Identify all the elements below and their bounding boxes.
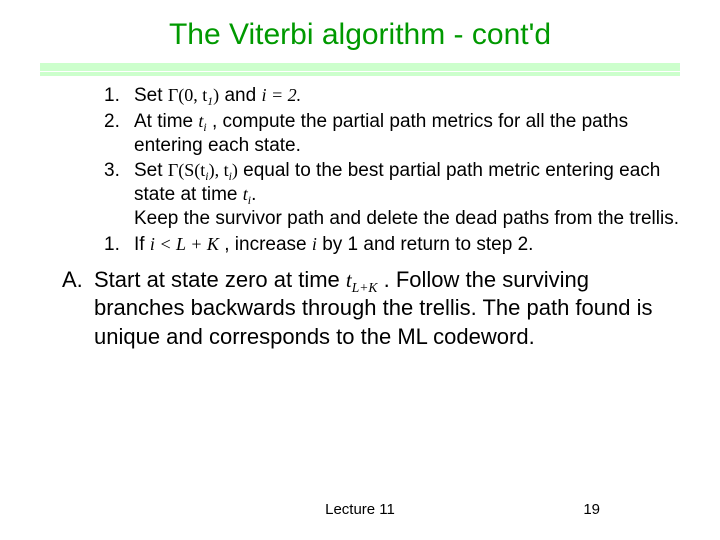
step-number: 1.: [104, 233, 134, 257]
math-i2: i = 2.: [261, 85, 301, 105]
math-gamma01: Γ(0, t1): [168, 85, 219, 105]
inner-list: 1. Set Γ(0, t1) and i = 2. 2. At time ti…: [40, 84, 680, 256]
title-rule: [40, 60, 680, 78]
text: by 1 and return to step 2.: [322, 234, 533, 255]
step-text: Set Γ(0, t1) and i = 2.: [134, 84, 680, 108]
step-1: 1. Set Γ(0, t1) and i = 2.: [104, 84, 680, 108]
slide: The Viterbi algorithm - cont'd 1. Set Γ(…: [0, 0, 720, 540]
math-gamma-s: Γ(S(ti), ti): [168, 160, 238, 180]
text: , compute the partial path metrics for a…: [134, 111, 628, 156]
text: Set: [134, 85, 168, 106]
math-i: i: [312, 234, 317, 254]
step-4: 1. If i < L + K , increase i by 1 and re…: [104, 233, 680, 257]
step-2: 2. At time ti , compute the partial path…: [104, 110, 680, 158]
step-text: Set Γ(S(ti), ti) equal to the best parti…: [134, 159, 680, 230]
step-letter: A.: [62, 266, 94, 350]
text: Keep the survivor path and delete the de…: [134, 208, 679, 229]
math-ti2: ti: [243, 184, 251, 204]
text: Set: [134, 160, 168, 181]
text: .: [251, 184, 256, 205]
lecture-label: Lecture 11: [325, 501, 395, 518]
step-number: 2.: [104, 110, 134, 158]
step-text: Start at state zero at time tL+K . Follo…: [94, 266, 680, 350]
page-number: 19: [583, 501, 600, 518]
text: , increase: [224, 234, 312, 255]
step-number: 3.: [104, 159, 134, 230]
slide-footer: Lecture 11 19: [0, 501, 720, 518]
rule-bar-thick: [40, 63, 680, 71]
slide-body: 1. Set Γ(0, t1) and i = 2. 2. At time ti…: [40, 84, 680, 351]
slide-title: The Viterbi algorithm - cont'd: [40, 18, 680, 52]
math-iltk: i < L + K: [150, 234, 219, 254]
step-text: At time ti , compute the partial path me…: [134, 110, 680, 158]
math-tlk: tL+K: [346, 268, 378, 292]
step-3: 3. Set Γ(S(ti), ti) equal to the best pa…: [104, 159, 680, 230]
text: and: [224, 85, 261, 106]
text: If: [134, 234, 150, 255]
outer-list: A. Start at state zero at time tL+K . Fo…: [40, 266, 680, 350]
step-A: A. Start at state zero at time tL+K . Fo…: [62, 266, 680, 350]
rule-bar-thin: [40, 72, 680, 76]
step-number: 1.: [104, 84, 134, 108]
text: At time: [134, 111, 198, 132]
math-ti: ti: [198, 111, 206, 131]
step-text: If i < L + K , increase i by 1 and retur…: [134, 233, 680, 257]
text: Start at state zero at time: [94, 267, 346, 292]
